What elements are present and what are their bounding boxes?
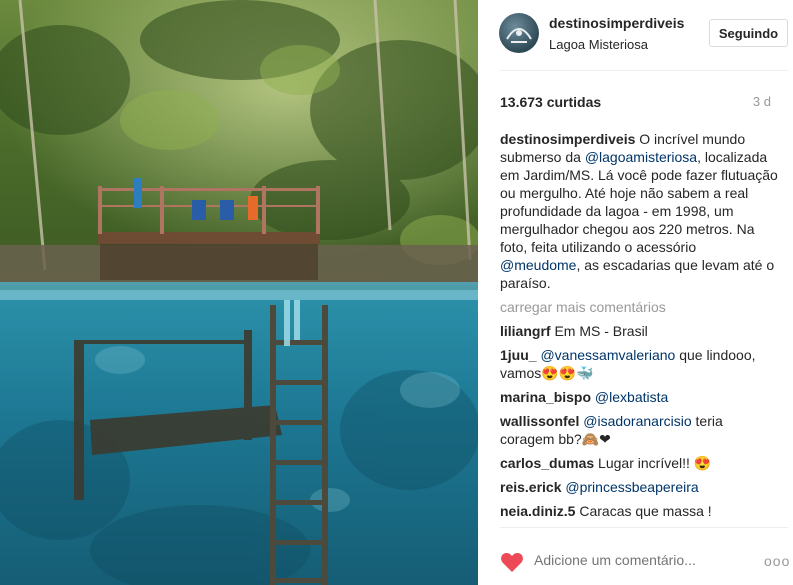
comment-username[interactable]: marina_bispo [500,389,591,405]
footer-divider [500,527,788,528]
header-divider [500,70,788,71]
comment-mention[interactable]: @lexbatista [595,389,668,405]
comment-item: liliangrf Em MS - Brasil [500,322,780,340]
comment-item: marina_bispo @lexbatista [500,388,780,406]
comment-text: Em MS - Brasil [550,323,648,339]
comment-input[interactable] [534,552,734,568]
comment-username[interactable]: 1juu_ [500,347,537,363]
avatar[interactable] [499,13,539,53]
comments-list: destinosimperdiveis O incrível mundo sub… [500,130,780,526]
comment-mention[interactable]: @vanessamvaleriano [540,347,675,363]
comment-username[interactable]: carlos_dumas [500,455,594,471]
header-username[interactable]: destinosimperdiveis [549,15,684,31]
comment-username[interactable]: neia.diniz.5 [500,503,575,519]
lagoon-image [0,0,478,585]
comment-item: neia.diniz.5 Caracas que massa ! [500,502,780,520]
caption: destinosimperdiveis O incrível mundo sub… [500,130,780,292]
comment-username[interactable]: wallissonfel [500,413,579,429]
comment-item: 1juu_ @vanessamvaleriano que lindooo, va… [500,346,780,382]
comment-item: carlos_dumas Lugar incrível!! 😍 [500,454,780,472]
comment-username[interactable]: reis.erick [500,479,562,495]
post-time[interactable]: 3 d [753,94,771,109]
comment-text: Caracas que massa ! [575,503,712,519]
comment-mention[interactable]: @isadoranarcisio [583,413,691,429]
header-location[interactable]: Lagoa Misteriosa [549,37,648,52]
caption-username[interactable]: destinosimperdiveis [500,131,635,147]
comment-username[interactable]: liliangrf [500,323,551,339]
caption-mention[interactable]: @meudome [500,257,576,273]
profile-logo-icon [506,28,532,43]
load-more-comments-link[interactable]: carregar mais comentários [500,298,780,316]
comment-mention[interactable]: @princessbeapereira [565,479,698,495]
comment-item: reis.erick @princessbeapereira [500,478,780,496]
likes-count[interactable]: 13.673 curtidas [500,94,601,110]
post-header: destinosimperdiveis Lagoa Misteriosa Seg… [478,0,793,70]
following-button[interactable]: Seguindo [709,19,788,47]
comment-item: wallissonfel @isadoranarcisio teria cora… [500,412,780,448]
post-photo[interactable] [0,0,478,585]
heart-icon[interactable] [500,551,524,573]
caption-mention[interactable]: @lagoamisteriosa [585,149,697,165]
comment-text: Lugar incrível!! 😍 [594,455,712,471]
more-options-icon[interactable]: ooo [764,553,790,569]
post-sidebar: destinosimperdiveis Lagoa Misteriosa Seg… [478,0,793,585]
